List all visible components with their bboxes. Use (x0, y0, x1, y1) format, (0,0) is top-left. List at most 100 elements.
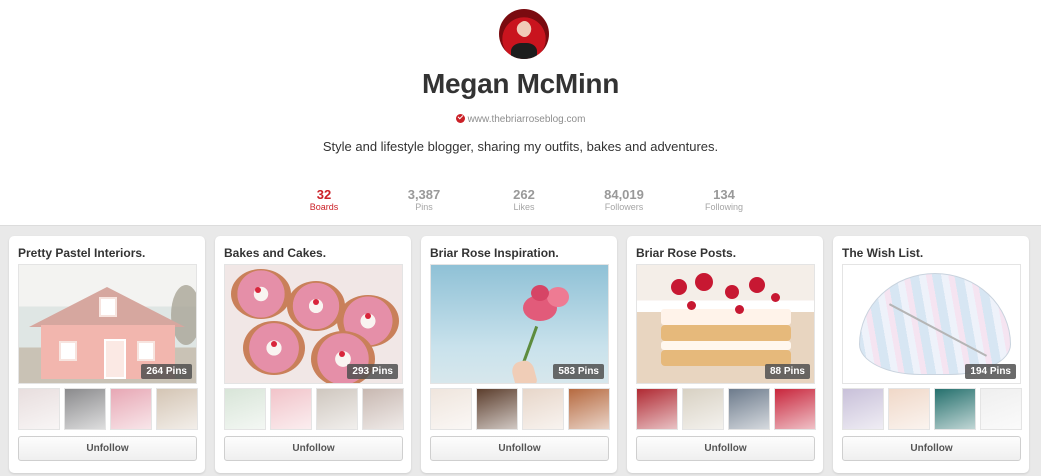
thumb-image[interactable] (775, 389, 815, 429)
stat-following[interactable]: 134 Following (689, 188, 759, 212)
board-title[interactable]: Briar Rose Posts. (636, 246, 736, 260)
boards-grid: Pretty Pastel Interiors. 264 Pins Unfoll… (0, 225, 1041, 476)
thumb-image[interactable] (637, 389, 677, 429)
profile-bio: Style and lifestyle blogger, sharing my … (322, 139, 719, 154)
cover-donut (243, 321, 305, 375)
board-cover-image[interactable]: 194 Pins (842, 264, 1021, 384)
unfollow-button[interactable]: Unfollow (224, 436, 403, 461)
website-link[interactable]: www.thebriarroseblog.com (468, 114, 586, 125)
board-title[interactable]: Bakes and Cakes. (224, 246, 326, 260)
thumb-image[interactable] (935, 389, 975, 429)
cover-cake-layer (661, 325, 791, 341)
pin-count-badge: 293 Pins (347, 364, 398, 379)
pin-count-badge: 194 Pins (965, 364, 1016, 379)
thumb-image[interactable] (271, 389, 311, 429)
board-thumbnails (842, 388, 1022, 430)
pin-count-badge: 88 Pins (764, 364, 810, 379)
stat-value: 32 (316, 187, 332, 202)
board-card-briar-rose-inspiration[interactable]: Briar Rose Inspiration. 583 Pins Unfollo… (421, 236, 617, 473)
stat-label: Boards (309, 202, 339, 212)
thumb-image[interactable] (225, 389, 265, 429)
cover-berry (255, 287, 261, 293)
unfollow-button[interactable]: Unfollow (18, 436, 197, 461)
thumb-image[interactable] (523, 389, 563, 429)
cover-raspberry (749, 277, 765, 293)
cover-flower (547, 287, 569, 307)
profile-website[interactable]: www.thebriarroseblog.com (0, 114, 1041, 125)
cover-cream (661, 309, 791, 325)
cover-raspberry (735, 305, 744, 314)
board-title[interactable]: The Wish List. (842, 246, 923, 260)
stat-label: Pins (415, 202, 433, 212)
profile-avatar[interactable] (499, 9, 549, 59)
cover-berry (365, 313, 371, 319)
board-card-pretty-pastel-interiors[interactable]: Pretty Pastel Interiors. 264 Pins Unfoll… (9, 236, 205, 473)
board-thumbnails (430, 388, 610, 430)
cover-window (137, 341, 155, 361)
verified-check-icon (455, 114, 465, 123)
thumb-image[interactable] (317, 389, 357, 429)
unfollow-button[interactable]: Unfollow (636, 436, 815, 461)
unfollow-button[interactable]: Unfollow (842, 436, 1021, 461)
thumb-image[interactable] (65, 389, 105, 429)
stat-value: 262 (513, 187, 535, 202)
stat-value: 3,387 (407, 187, 441, 202)
thumb-image[interactable] (363, 389, 403, 429)
board-card-bakes-and-cakes[interactable]: Bakes and Cakes. 293 Pins Unfollow (215, 236, 411, 473)
avatar-face (518, 21, 531, 37)
board-thumbnails (224, 388, 404, 430)
cover-window (99, 297, 117, 317)
thumb-image[interactable] (111, 389, 151, 429)
thumb-image[interactable] (889, 389, 929, 429)
stat-pins[interactable]: 3,387 Pins (389, 188, 459, 212)
cover-door (104, 339, 126, 379)
unfollow-button[interactable]: Unfollow (430, 436, 609, 461)
thumb-image[interactable] (729, 389, 769, 429)
thumb-image[interactable] (477, 389, 517, 429)
cover-flower (531, 285, 549, 301)
stat-label: Following (704, 202, 744, 212)
cover-berry (313, 299, 319, 305)
board-cover-image[interactable]: 293 Pins (224, 264, 403, 384)
cover-raspberry (771, 293, 780, 302)
pin-count-badge: 264 Pins (141, 364, 192, 379)
thumb-image[interactable] (19, 389, 59, 429)
cover-raspberry (695, 273, 713, 291)
pin-count-badge: 583 Pins (553, 364, 604, 379)
profile-name: Megan McMinn (421, 68, 620, 99)
board-card-briar-rose-posts[interactable]: Briar Rose Posts. 88 Pins Unfollow (627, 236, 823, 473)
stat-boards[interactable]: 32 Boards (289, 188, 359, 212)
cover-berry (271, 341, 277, 347)
cover-raspberry (725, 285, 739, 299)
cover-raspberry (687, 301, 696, 310)
board-card-the-wish-list[interactable]: The Wish List. 194 Pins Unfollow (833, 236, 1029, 473)
stat-label: Followers (604, 202, 644, 212)
stat-value: 134 (713, 187, 735, 202)
thumb-image[interactable] (843, 389, 883, 429)
cover-donut (231, 269, 291, 319)
board-thumbnails (18, 388, 198, 430)
stat-value: 84,019 (604, 187, 644, 202)
cover-berry (339, 351, 345, 357)
thumb-image[interactable] (431, 389, 471, 429)
cover-hand (510, 358, 538, 383)
thumb-image[interactable] (683, 389, 723, 429)
board-title[interactable]: Briar Rose Inspiration. (430, 246, 559, 260)
stat-likes[interactable]: 262 Likes (489, 188, 559, 212)
board-cover-image[interactable]: 88 Pins (636, 264, 815, 384)
thumb-image[interactable] (157, 389, 197, 429)
cover-cream (661, 341, 791, 350)
avatar-body (511, 43, 537, 59)
board-cover-image[interactable]: 264 Pins (18, 264, 197, 384)
stat-label: Likes (513, 202, 535, 212)
profile-stats: 32 Boards 3,387 Pins 262 Likes 84,019 Fo… (0, 188, 1041, 218)
thumb-image[interactable] (569, 389, 609, 429)
board-thumbnails (636, 388, 816, 430)
stat-followers[interactable]: 84,019 Followers (589, 188, 659, 212)
cover-window (59, 341, 77, 361)
board-title[interactable]: Pretty Pastel Interiors. (18, 246, 145, 260)
thumb-image[interactable] (981, 389, 1021, 429)
cover-raspberry (671, 279, 687, 295)
board-cover-image[interactable]: 583 Pins (430, 264, 609, 384)
cover-shell-bag (859, 273, 1011, 375)
